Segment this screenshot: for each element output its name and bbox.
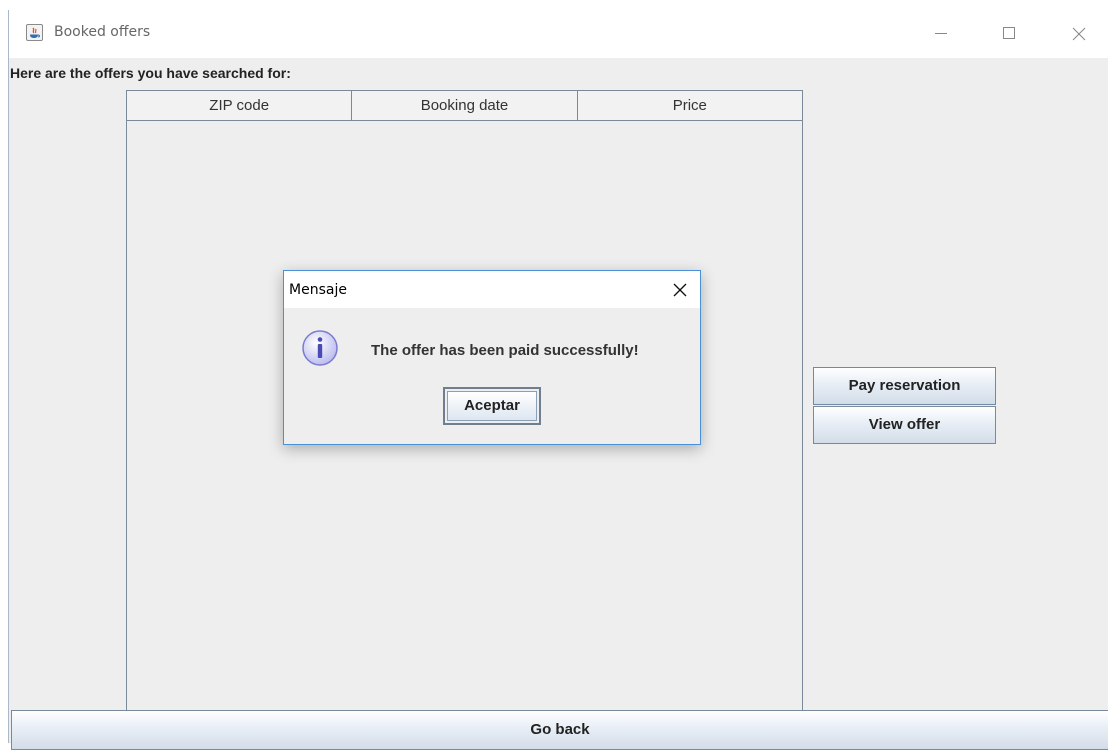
view-offer-button[interactable]: View offer [813,406,996,444]
minimize-icon [935,33,947,34]
column-header-price[interactable]: Price [578,91,802,120]
accept-button-label: Aceptar [447,391,537,421]
column-header-booking-date[interactable]: Booking date [352,91,578,120]
maximize-icon [1003,27,1015,39]
info-icon [302,330,338,366]
close-icon [1072,27,1086,41]
maximize-button[interactable] [986,10,1032,58]
accept-button[interactable]: Aceptar [443,387,541,425]
pay-reservation-button[interactable]: Pay reservation [813,367,996,405]
close-button[interactable] [1055,10,1101,58]
results-heading: Here are the offers you have searched fo… [10,65,291,81]
java-app-icon [26,24,43,41]
title-bar[interactable]: Booked offers [9,10,1108,58]
dialog-message: The offer has been paid successfully! [371,342,639,359]
close-icon [673,283,687,297]
minimize-button[interactable] [918,10,964,58]
dialog-close-button[interactable] [668,278,692,302]
window-title: Booked offers [54,24,151,40]
message-dialog: Mensaje The offer has been paid successf… [283,270,701,445]
column-header-zip[interactable]: ZIP code [127,91,353,120]
go-back-button[interactable]: Go back [11,710,1108,750]
dialog-title-bar[interactable]: Mensaje [284,271,700,308]
dialog-title: Mensaje [289,282,347,298]
table-header: ZIP code Booking date Price [127,91,802,121]
